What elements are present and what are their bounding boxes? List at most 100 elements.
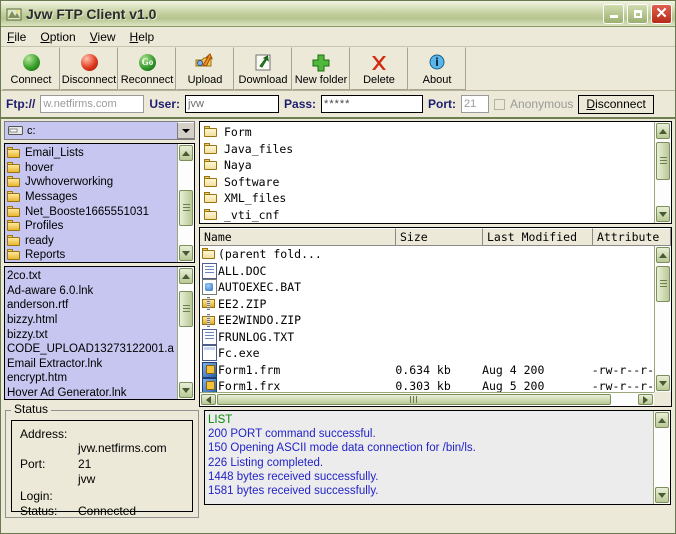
host-input[interactable]: w.netfirms.com	[40, 95, 145, 113]
scroll-track[interactable]	[655, 140, 671, 205]
scroll-up-button[interactable]	[179, 268, 193, 284]
scroll-up-button[interactable]	[656, 123, 670, 139]
main-body: c: Email_Lists hover Jvwhoverworking Mes…	[1, 119, 675, 407]
list-item[interactable]: CODE_UPLOAD13273122001.a	[7, 342, 177, 357]
list-item[interactable]: Email_Lists	[7, 146, 177, 161]
remote-file-table[interactable]: Name Size Last Modified Attribute (paren…	[199, 227, 672, 407]
list-item[interactable]: ready	[7, 234, 177, 249]
list-item[interactable]: Messages	[7, 190, 177, 205]
scroll-track[interactable]	[217, 393, 637, 406]
remote-folder-scrollbar[interactable]	[654, 122, 671, 223]
folder-icon	[200, 248, 218, 260]
table-row[interactable]: Fc.exe	[200, 345, 654, 362]
scroll-left-button[interactable]	[201, 394, 216, 405]
list-item-label: 2co.txt	[7, 270, 41, 283]
list-item[interactable]: Reports	[7, 248, 177, 262]
list-item[interactable]: 2co.txt	[7, 269, 177, 284]
connect-button[interactable]: Connect	[2, 47, 60, 90]
scroll-thumb[interactable]	[179, 190, 193, 226]
user-input[interactable]: jvw	[185, 95, 280, 113]
column-header-attribute[interactable]: Attribute	[593, 228, 671, 245]
list-item[interactable]: Profiles	[7, 219, 177, 234]
cell-modified: Aug 5 200	[482, 379, 545, 392]
maximize-button[interactable]	[627, 3, 648, 24]
remote-folder-list[interactable]: Form Java_files Naya Software XML_files	[199, 121, 672, 224]
table-row[interactable]: FRUNLOG.TXT	[200, 328, 654, 346]
list-item[interactable]: Naya	[204, 157, 654, 174]
list-item[interactable]: Java_files	[204, 141, 654, 158]
folder-icon	[204, 142, 218, 155]
list-item[interactable]: Jvwhoverworking	[7, 175, 177, 190]
column-header-size[interactable]: Size	[396, 228, 483, 245]
list-item[interactable]: XML_files	[204, 190, 654, 207]
scroll-thumb[interactable]	[217, 394, 611, 405]
list-item[interactable]: encrypt.htm	[7, 371, 177, 386]
log-panel[interactable]: LIST 200 PORT command successful. 150 Op…	[204, 410, 671, 505]
menu-option[interactable]: Option	[40, 30, 75, 44]
scroll-track[interactable]	[655, 264, 671, 374]
list-item[interactable]: bizzy.html	[7, 313, 177, 328]
list-item-label: Reports	[25, 249, 66, 262]
table-row[interactable]: EE2.ZIP	[200, 296, 654, 313]
list-item[interactable]: Net_Booste1665551031	[7, 204, 177, 219]
list-item[interactable]: anderson.rtf	[7, 298, 177, 313]
scroll-down-button[interactable]	[179, 382, 193, 398]
scroll-right-button[interactable]	[638, 394, 653, 405]
scroll-down-button[interactable]	[656, 206, 670, 222]
scroll-track[interactable]	[178, 285, 194, 381]
local-file-list[interactable]: 2co.txt Ad-aware 6.0.lnk anderson.rtf bi…	[4, 266, 195, 400]
about-button[interactable]: About	[408, 47, 466, 90]
scroll-thumb[interactable]	[179, 291, 193, 327]
disconnect-button[interactable]: Disconnect	[578, 94, 654, 114]
menu-file[interactable]: File	[7, 30, 26, 44]
menu-view[interactable]: View	[90, 30, 116, 44]
scroll-thumb[interactable]	[656, 266, 670, 302]
list-item-label: Net_Booste1665551031	[25, 205, 150, 218]
scroll-track[interactable]	[178, 162, 194, 244]
table-row[interactable]: Form1.frm 0.634 kb Aug 4 200 -rw-r--r-	[200, 361, 654, 379]
reconnect-button[interactable]: Go Reconnect	[118, 47, 176, 90]
scroll-track[interactable]	[654, 429, 670, 486]
list-item[interactable]: Email Extractor.lnk	[7, 357, 177, 372]
column-header-name[interactable]: Name	[200, 228, 396, 245]
port-input[interactable]: 21	[461, 95, 490, 113]
scroll-down-button[interactable]	[179, 245, 193, 261]
remote-file-vscrollbar[interactable]	[654, 246, 671, 392]
password-input[interactable]: *****	[321, 95, 424, 113]
drive-combo[interactable]: c:	[4, 121, 195, 140]
scroll-thumb[interactable]	[656, 142, 670, 180]
list-item[interactable]: bizzy.txt	[7, 327, 177, 342]
scroll-up-button[interactable]	[655, 412, 669, 428]
minimize-button[interactable]	[603, 3, 624, 24]
scroll-up-button[interactable]	[656, 247, 670, 263]
local-folder-scrollbar[interactable]	[177, 144, 194, 262]
table-row[interactable]: EE2WINDO.ZIP	[200, 312, 654, 329]
anonymous-checkbox[interactable]	[494, 98, 506, 110]
local-file-scrollbar[interactable]	[177, 267, 194, 399]
new-folder-button[interactable]: New folder	[292, 47, 350, 90]
list-item[interactable]: hover	[7, 161, 177, 176]
delete-button[interactable]: Delete	[350, 47, 408, 90]
log-scrollbar[interactable]	[653, 411, 670, 504]
disconnect-toolbar-button[interactable]: Disconnect	[60, 47, 118, 90]
remote-file-hscrollbar[interactable]	[200, 392, 654, 406]
download-button[interactable]: Download	[234, 47, 292, 90]
list-item[interactable]: _vti_cnf	[204, 207, 654, 224]
menu-help[interactable]: Help	[130, 30, 155, 44]
scroll-down-button[interactable]	[656, 375, 670, 391]
table-row[interactable]: Form1.frx 0.303 kb Aug 5 200 -rw-r--r-	[200, 378, 654, 392]
table-row[interactable]: AUTOEXEC.BAT	[200, 279, 654, 296]
upload-button[interactable]: Upload	[176, 47, 234, 90]
scroll-up-button[interactable]	[179, 145, 193, 161]
close-button[interactable]: ✕	[651, 3, 672, 24]
table-row[interactable]: ALL.DOC	[200, 262, 654, 280]
list-item[interactable]: Hover Ad Generator.lnk	[7, 386, 177, 399]
table-row[interactable]: (parent fold...	[200, 246, 654, 263]
drive-dropdown-arrow-icon[interactable]	[177, 122, 194, 139]
list-item[interactable]: Software	[204, 174, 654, 191]
list-item[interactable]: Form	[204, 124, 654, 141]
list-item[interactable]: Ad-aware 6.0.lnk	[7, 284, 177, 299]
local-folder-list[interactable]: Email_Lists hover Jvwhoverworking Messag…	[4, 143, 195, 263]
column-header-modified[interactable]: Last Modified	[483, 228, 593, 245]
scroll-down-button[interactable]	[655, 487, 669, 503]
